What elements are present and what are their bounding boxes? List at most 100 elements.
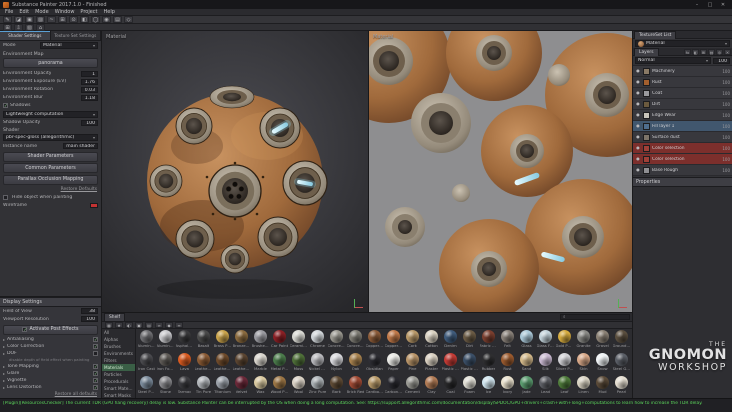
brush-size-icon[interactable]: ◯ [91, 16, 100, 23]
shelf-category[interactable]: Alphas [102, 336, 135, 343]
polygon-fill-tool-icon[interactable]: ▨ [36, 16, 45, 23]
material-swatch[interactable]: Paper [384, 353, 403, 376]
visibility-eye-icon[interactable]: ● [635, 101, 641, 107]
layer-row[interactable]: ● Coat 100 [633, 88, 732, 99]
material-swatch[interactable]: Pine [403, 353, 422, 376]
paint-tool-icon[interactable]: ✎ [3, 16, 12, 23]
material-swatch[interactable]: Basalt [194, 330, 213, 353]
material-swatch[interactable]: Coal [441, 376, 460, 398]
projection-tool-icon[interactable]: ▣ [25, 16, 34, 23]
expander-icon[interactable]: ▸ [3, 378, 5, 383]
material-swatch[interactable]: Clay [422, 376, 441, 398]
camera-icon[interactable]: ⌂ [36, 23, 45, 31]
material-swatch[interactable]: Wool [289, 376, 308, 398]
blend-mode-dropdown[interactable]: Normal ▾ [635, 57, 711, 64]
post-effect-checkbox[interactable] [93, 364, 98, 369]
shadow-opacity-value[interactable]: 100 [81, 119, 98, 126]
import-resource-icon[interactable]: ⇩ [14, 23, 23, 31]
material-swatch[interactable]: Obsidian [365, 353, 384, 376]
material-swatch[interactable]: Leather Fine [194, 353, 213, 376]
viewport-3d[interactable]: Material [102, 31, 368, 312]
material-swatch[interactable]: Aluminium Anodized [137, 330, 156, 353]
param-value[interactable]: 1 [81, 70, 98, 77]
add-effect-icon[interactable]: fx [684, 48, 691, 55]
add-mask-icon[interactable]: ◎ [716, 48, 723, 55]
material-swatch[interactable]: Plaster [422, 353, 441, 376]
menu-item[interactable]: Edit [16, 9, 32, 15]
param-value[interactable]: 0.03 [81, 86, 98, 93]
expander-icon[interactable]: ▸ [3, 344, 5, 349]
layer-row[interactable]: ● Dirt 100 [633, 99, 732, 110]
brush-flow-icon[interactable]: ◉ [102, 16, 111, 23]
material-swatch[interactable]: Carbon Fiber [384, 376, 403, 398]
param-value[interactable]: 1.18 [81, 94, 98, 101]
layer-row[interactable]: ● Color selection 100 [633, 143, 732, 154]
shelf-category[interactable]: Environments [102, 350, 135, 357]
shelf-category[interactable]: Procedurals [102, 378, 135, 385]
add-layer-icon[interactable]: ⊞ [3, 23, 12, 31]
post-effect-row[interactable]: ▸ Tone Mapping [0, 363, 101, 370]
material-swatch[interactable]: Lava [175, 353, 194, 376]
layer-row[interactable]: ● Surface dust 100 [633, 132, 732, 143]
instance-name-value[interactable]: main shader [63, 143, 98, 149]
search-input[interactable] [566, 314, 627, 320]
properties-header[interactable]: Properties [633, 177, 732, 187]
visibility-eye-icon[interactable]: ● [635, 112, 641, 118]
layer-row[interactable]: ● Fill layer 1 100 [633, 121, 732, 132]
material-swatch[interactable]: Ground Wet [612, 330, 631, 353]
eraser-tool-icon[interactable]: ◪ [14, 16, 23, 23]
visibility-eye-icon[interactable]: ● [635, 90, 641, 96]
material-swatch[interactable]: Copper Old [365, 330, 384, 353]
maximize-button[interactable]: □ [704, 1, 716, 9]
material-swatch[interactable]: Cotton [422, 330, 441, 353]
shader-section-button[interactable]: Common Parameters [3, 163, 98, 173]
material-swatch[interactable]: Oak [346, 353, 365, 376]
material-swatch[interactable]: Bronze Base [232, 330, 251, 353]
visibility-eye-icon[interactable]: ● [635, 134, 641, 140]
filter-all-icon[interactable]: ▦ [105, 322, 113, 328]
menu-item[interactable]: File [2, 9, 16, 15]
menu-item[interactable]: Project [77, 9, 100, 15]
menu-item[interactable]: Mode [32, 9, 52, 15]
filter-shelf-icon[interactable]: ▤ [145, 322, 153, 328]
expander-icon[interactable]: ▸ [3, 364, 5, 369]
material-swatch[interactable]: Copper Pure [384, 330, 403, 353]
post-effects-checkbox[interactable] [22, 327, 28, 332]
material-swatch[interactable]: Cement [403, 376, 422, 398]
visibility-eye-icon[interactable]: ● [635, 156, 641, 162]
shelf-category[interactable]: Brushes [102, 343, 135, 350]
wireframe-color-swatch[interactable] [90, 202, 98, 208]
material-swatch[interactable]: Felt [498, 330, 517, 353]
material-swatch[interactable]: Fabric Rough [479, 330, 498, 353]
material-swatch[interactable]: Stone [156, 376, 175, 398]
material-swatch[interactable]: Leather Worn [232, 353, 251, 376]
post-effect-checkbox[interactable] [93, 371, 98, 376]
layer-row[interactable]: ● Color selection 100 [633, 154, 732, 165]
material-swatch[interactable]: Leather Rough [213, 353, 232, 376]
post-effect-checkbox[interactable] [93, 385, 98, 390]
material-swatch[interactable]: Steel Painted [137, 376, 156, 398]
material-swatch[interactable]: Brushed Metal [251, 330, 270, 353]
material-swatch[interactable]: Concrete Clean [327, 330, 346, 353]
shelf-category[interactable]: Filters [102, 357, 135, 364]
material-swatch[interactable]: Jade [517, 376, 536, 398]
material-swatch[interactable]: Tin Pure [194, 376, 213, 398]
shelf-category[interactable]: Smart Materials [102, 385, 135, 392]
material-swatch[interactable]: Velvet [232, 376, 251, 398]
material-swatch[interactable]: Leaf [555, 376, 574, 398]
visibility-eye-icon[interactable]: ● [635, 123, 641, 129]
restore-all-defaults-link[interactable]: Restore all defaults [0, 391, 101, 398]
left-panel-tab[interactable]: Texture Set Settings [50, 31, 101, 40]
visibility-eye-icon[interactable]: ● [635, 79, 641, 85]
material-swatch[interactable]: Titanium [213, 376, 232, 398]
expander-icon[interactable]: ▸ [3, 337, 5, 342]
minimize-button[interactable]: – [691, 1, 703, 9]
material-swatch[interactable]: Tarmac [175, 376, 194, 398]
shelf-category[interactable]: Particles [102, 371, 135, 378]
display-settings-header[interactable]: Display Settings [0, 297, 101, 307]
material-swatch[interactable]: Mud [593, 376, 612, 398]
layer-row[interactable]: ● Edge Wear 100 [633, 110, 732, 121]
shelf-search[interactable]: ⌕ [560, 314, 630, 320]
left-panel-tab[interactable]: Shader Settings [0, 31, 51, 40]
stencil-icon[interactable]: ▤ [113, 16, 122, 23]
